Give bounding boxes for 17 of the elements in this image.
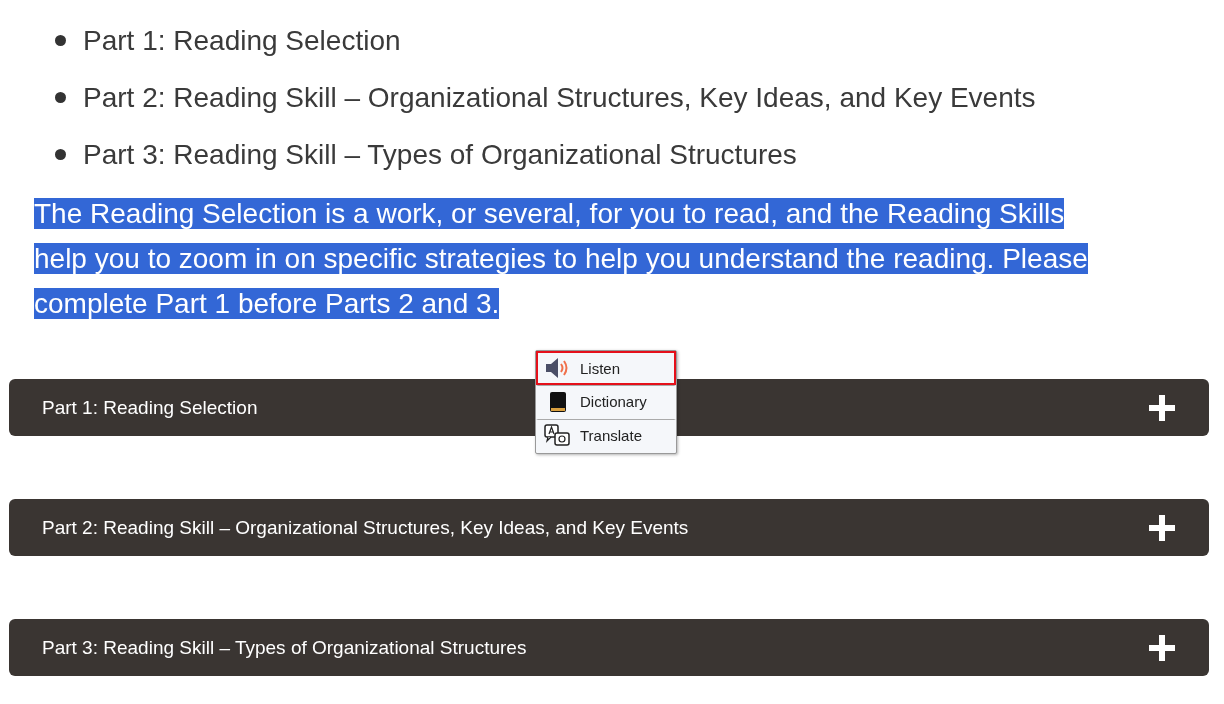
translate-icon — [544, 423, 572, 448]
bullet-icon — [55, 149, 66, 160]
list-item: Part 2: Reading Skill – Organizational Structures, Key Ideas, and Key Events — [83, 81, 1036, 115]
menu-item[interactable]: Dictionary — [536, 385, 676, 419]
accordion-header[interactable]: Part 2: Reading Skill – Organizational Structures, Key Ideas, and Key Events — [9, 499, 1209, 556]
bullet-icon — [55, 92, 66, 103]
highlighted-paragraph: The Reading Selection is a work, or several, for you to read, and the Reading Skills help you to zoom in on specific strategies to help you understand the reading. Please complete Part 1 before Parts 2 and 3. — [34, 197, 1089, 321]
accordion-header[interactable]: Part 3: Reading Skill – Types of Organizational Structures — [9, 619, 1209, 676]
list-item: Part 3: Reading Skill – Types of Organizational Structures — [83, 138, 797, 172]
accordion-title: Part 3: Reading Skill – Types of Organizational Structures — [42, 636, 527, 659]
accordion-title: Part 1: Reading Selection — [42, 396, 258, 419]
menu-item[interactable]: Listen — [536, 351, 676, 385]
list-item: Part 1: Reading Selection — [83, 24, 401, 58]
book-icon — [548, 390, 568, 413]
menu-item[interactable]: Translate — [536, 419, 676, 453]
bullet-icon — [55, 35, 66, 46]
accordion-title: Part 2: Reading Skill – Organizational Structures, Key Ideas, and Key Events — [42, 516, 689, 539]
